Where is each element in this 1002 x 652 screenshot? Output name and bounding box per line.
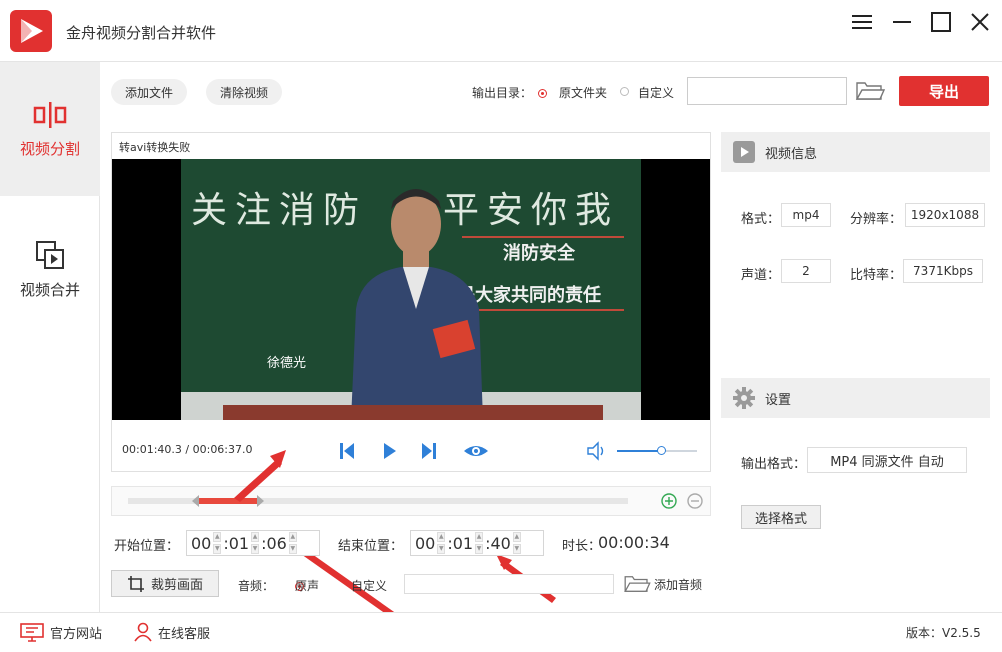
add-audio-label: 添加音频 bbox=[654, 577, 703, 592]
bitrate-value: 7371Kbps bbox=[903, 259, 983, 283]
format-label: 格式： bbox=[741, 212, 781, 227]
output-path-input[interactable] bbox=[687, 77, 847, 105]
maximize-icon bbox=[931, 12, 951, 32]
channel-value: 2 bbox=[781, 259, 831, 283]
folder-icon bbox=[855, 82, 886, 100]
end-position-label: 结束位置： bbox=[338, 539, 404, 554]
settings-header: 设置 bbox=[721, 378, 990, 418]
add-audio-button[interactable]: 添加音频 bbox=[623, 573, 702, 595]
menu-button[interactable] bbox=[846, 10, 878, 34]
volume-fill bbox=[617, 450, 661, 452]
presenter-figure bbox=[351, 189, 483, 420]
browse-folder-button[interactable] bbox=[855, 80, 886, 102]
start-position-label: 开始位置： bbox=[114, 539, 180, 554]
crop-button-label: 裁剪画面 bbox=[150, 578, 203, 593]
video-info-header: 视频信息 bbox=[721, 132, 990, 172]
clear-video-button[interactable]: 清除视频 bbox=[206, 79, 283, 105]
settings-title: 设置 bbox=[765, 392, 792, 408]
custom-audio-input[interactable] bbox=[404, 574, 614, 594]
export-button[interactable]: 导出 bbox=[899, 76, 989, 106]
radio-source-label: 原文件夹 bbox=[559, 86, 608, 100]
radio-custom-folder[interactable] bbox=[620, 87, 629, 96]
split-icon bbox=[33, 101, 67, 128]
maximize-button[interactable] bbox=[925, 10, 957, 34]
volume-button[interactable] bbox=[585, 440, 609, 462]
start-hours-stepper[interactable]: ▲ ▼ bbox=[213, 532, 222, 554]
app-logo-icon bbox=[10, 10, 52, 52]
sidebar: 视频分割 视频合并 bbox=[0, 62, 100, 612]
monitor-icon bbox=[20, 623, 44, 642]
end-minutes-stepper[interactable]: ▲ ▼ bbox=[475, 532, 484, 554]
range-start-handle[interactable] bbox=[192, 495, 199, 507]
sidebar-item-label: 视频分割 bbox=[19, 139, 80, 158]
end-time-input[interactable]: 00 ▲ ▼ :01 ▲ ▼ :40 ▲ ▼ bbox=[410, 530, 544, 556]
start-minutes[interactable]: 01 bbox=[229, 534, 249, 553]
resolution-label: 分辨率： bbox=[850, 212, 903, 227]
channel-label: 声道： bbox=[741, 268, 781, 283]
user-icon bbox=[134, 622, 152, 642]
bitrate-label: 比特率： bbox=[850, 268, 903, 283]
add-file-button[interactable]: 添加文件 bbox=[111, 79, 188, 105]
start-seconds-stepper[interactable]: ▲ ▼ bbox=[288, 532, 297, 554]
output-dir-label: 输出目录： bbox=[472, 86, 533, 100]
start-minutes-stepper[interactable]: ▲ ▼ bbox=[251, 532, 260, 554]
time-current: 00:01:40.3 bbox=[122, 443, 182, 456]
merge-icon bbox=[36, 240, 64, 269]
crop-frame-button[interactable]: 裁剪画面 bbox=[111, 570, 219, 597]
end-minutes[interactable]: 01 bbox=[453, 534, 473, 553]
speaker-icon bbox=[587, 441, 604, 461]
video-file-title: 转avi转换失败 bbox=[119, 141, 191, 154]
end-seconds-stepper[interactable]: ▲ ▼ bbox=[512, 532, 521, 554]
duration-label: 时长： bbox=[562, 539, 602, 554]
online-support-label: 在线客服 bbox=[158, 626, 211, 642]
radio-source-folder[interactable] bbox=[538, 89, 547, 98]
volume-knob[interactable] bbox=[657, 446, 666, 455]
plus-circle-icon bbox=[661, 493, 677, 509]
volume-slider[interactable] bbox=[617, 446, 697, 455]
hamburger-icon bbox=[852, 15, 872, 29]
end-hours[interactable]: 00 bbox=[415, 534, 435, 553]
app-title: 金舟视频分割合并软件 bbox=[66, 24, 217, 42]
official-website-label: 官方网站 bbox=[50, 626, 103, 642]
time-separator: / bbox=[181, 443, 193, 456]
choose-format-button[interactable]: 选择格式 bbox=[741, 505, 821, 529]
start-hours[interactable]: 00 bbox=[191, 534, 211, 553]
overlay-line-1: 消防安全 bbox=[503, 243, 575, 264]
start-seconds[interactable]: 06 bbox=[267, 534, 287, 553]
close-icon bbox=[971, 13, 989, 31]
overlay-person-name: 徐德光 bbox=[267, 356, 307, 371]
resolution-value: 1920x1088 bbox=[905, 203, 985, 227]
output-format-value: MP4 同源文件 自动 bbox=[807, 447, 967, 473]
video-info-icon bbox=[733, 141, 755, 163]
close-button[interactable] bbox=[964, 10, 996, 34]
lectern bbox=[223, 405, 603, 420]
official-website-link[interactable]: 官方网站 bbox=[20, 622, 102, 642]
custom-audio-label: 自定义 bbox=[351, 579, 388, 593]
minus-circle-icon bbox=[687, 493, 703, 509]
sidebar-item-merge[interactable]: 视频合并 bbox=[0, 202, 100, 336]
radio-custom-label: 自定义 bbox=[638, 86, 675, 100]
gear-icon bbox=[733, 387, 755, 409]
add-segment-button[interactable] bbox=[661, 493, 677, 509]
format-value: mp4 bbox=[781, 203, 831, 227]
chalkboard-scene: 关注消防 平安你我 消防安全 是大家共同的责任 徐德光 bbox=[181, 159, 641, 420]
sidebar-item-label: 视频合并 bbox=[19, 280, 80, 299]
folder-icon bbox=[624, 576, 651, 592]
radio-original-audio-label: 原声 bbox=[295, 579, 320, 593]
end-hours-stepper[interactable]: ▲ ▼ bbox=[437, 532, 446, 554]
start-time-input[interactable]: 00 ▲ ▼ :01 ▲ ▼ :06 ▲ ▼ bbox=[186, 530, 320, 556]
audio-label: 音频： bbox=[238, 579, 275, 593]
online-support-link[interactable]: 在线客服 bbox=[134, 622, 210, 642]
version-text: 版本：V2.5.5 bbox=[906, 626, 981, 640]
minimize-icon bbox=[893, 21, 911, 23]
output-format-label: 输出格式： bbox=[741, 457, 807, 472]
end-seconds[interactable]: 40 bbox=[491, 534, 511, 553]
crop-icon bbox=[127, 575, 144, 592]
minimize-button[interactable] bbox=[886, 10, 918, 34]
video-info-title: 视频信息 bbox=[765, 146, 818, 162]
video-preview[interactable]: 关注消防 平安你我 消防安全 是大家共同的责任 徐德光 bbox=[112, 159, 710, 420]
sidebar-item-split[interactable]: 视频分割 bbox=[0, 62, 100, 196]
duration-value: 00:00:34 bbox=[598, 533, 670, 552]
remove-segment-button[interactable] bbox=[687, 493, 703, 509]
